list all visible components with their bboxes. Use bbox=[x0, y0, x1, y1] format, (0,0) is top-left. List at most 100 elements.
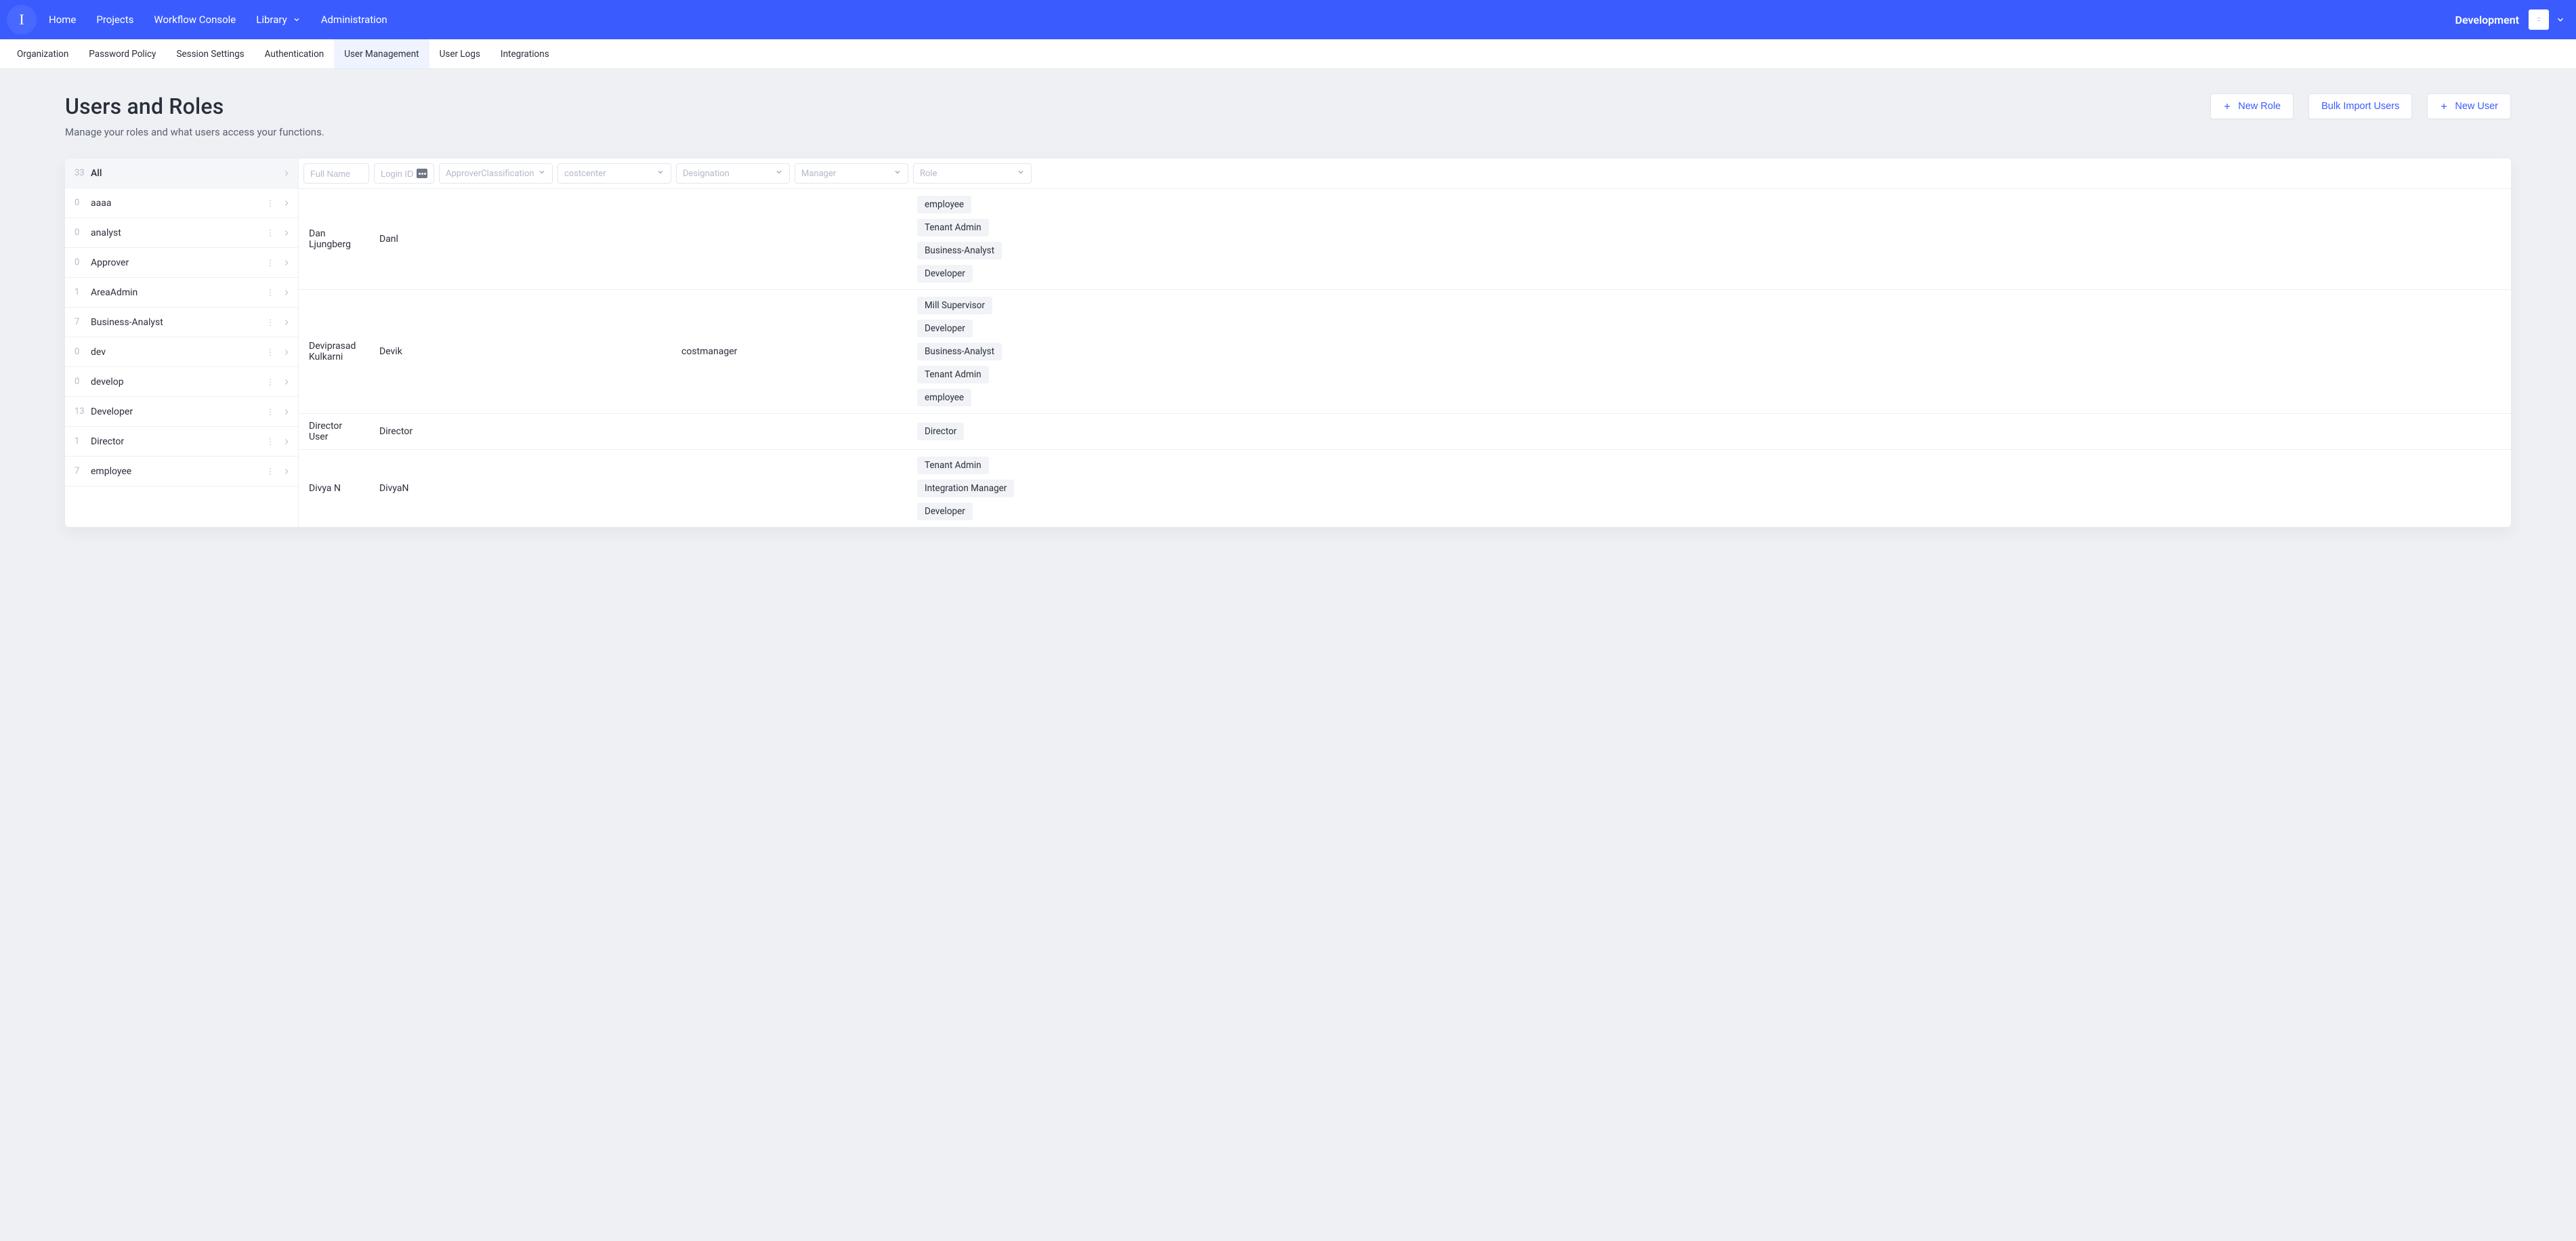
chevron-right-icon bbox=[282, 198, 291, 208]
more-icon[interactable] bbox=[266, 288, 275, 297]
roles-filter-all[interactable]: 33 All bbox=[65, 159, 298, 188]
environment-label: Development bbox=[2455, 14, 2519, 26]
nav-administration[interactable]: Administration bbox=[321, 14, 387, 26]
role-tag: Mill Supervisor bbox=[917, 297, 992, 314]
subnav-tab-password-policy[interactable]: Password Policy bbox=[79, 39, 166, 68]
role-tag: Director bbox=[917, 423, 964, 440]
subnav-tab-integrations[interactable]: Integrations bbox=[490, 39, 559, 68]
role-tag: Business-Analyst bbox=[917, 343, 1002, 360]
chevron-right-icon bbox=[282, 169, 291, 178]
nav-projects[interactable]: Projects bbox=[96, 14, 133, 26]
roles-sidebar: 33 All 0aaaa0analyst0Approver1AreaAdmin7… bbox=[65, 159, 299, 527]
filter-login-id-input[interactable] bbox=[381, 169, 414, 179]
chevron-right-icon bbox=[282, 467, 291, 476]
role-item[interactable]: 1AreaAdmin bbox=[65, 278, 298, 308]
app-logo[interactable]: I bbox=[7, 5, 37, 35]
nav-home[interactable]: Home bbox=[49, 14, 76, 26]
role-item[interactable]: 0aaaa bbox=[65, 188, 298, 218]
cell-full-name: Dan Ljungberg bbox=[303, 222, 369, 257]
more-icon[interactable] bbox=[266, 258, 275, 268]
cell-full-name: Director User bbox=[303, 414, 369, 449]
nav-library-label: Library bbox=[256, 14, 287, 26]
more-icon[interactable] bbox=[266, 377, 275, 387]
more-icon[interactable] bbox=[266, 407, 275, 417]
chevron-right-icon bbox=[282, 318, 291, 327]
cell-designation: costmanager bbox=[676, 339, 790, 364]
cell-roles: employeeTenant AdminBusiness-AnalystDeve… bbox=[913, 189, 1032, 289]
role-item[interactable]: 7Business-Analyst bbox=[65, 308, 298, 337]
top-nav: I Home Projects Workflow Console Library… bbox=[0, 0, 2576, 39]
role-tag: Tenant Admin bbox=[917, 219, 989, 236]
new-user-label: New User bbox=[2455, 101, 2498, 112]
more-icon[interactable] bbox=[266, 228, 275, 238]
subnav-tab-organization[interactable]: Organization bbox=[7, 39, 79, 68]
filter-costcenter[interactable]: costcenter bbox=[557, 163, 671, 184]
page-title: Users and Roles bbox=[65, 93, 324, 119]
filter-approver[interactable]: ApproverClassification bbox=[439, 163, 553, 184]
cell-login-id: DivyaN bbox=[374, 476, 434, 501]
cell-manager bbox=[795, 232, 908, 246]
more-icon[interactable] bbox=[266, 467, 275, 476]
role-item[interactable]: 7employee bbox=[65, 457, 298, 486]
subnav-tab-session-settings[interactable]: Session Settings bbox=[166, 39, 254, 68]
chevron-down-icon bbox=[775, 168, 783, 179]
role-item[interactable]: 0analyst bbox=[65, 218, 298, 248]
avatar-glyph: :: bbox=[2537, 16, 2540, 23]
subnav-tab-user-logs[interactable]: User Logs bbox=[429, 39, 490, 68]
subnav-tab-user-management[interactable]: User Management bbox=[334, 39, 429, 68]
table-filter-row: ApproverClassification costcenter Design… bbox=[299, 159, 2511, 188]
cell-costcenter bbox=[557, 482, 671, 495]
role-tag: Integration Manager bbox=[917, 480, 1014, 497]
nav-links: Home Projects Workflow Console Library A… bbox=[49, 14, 387, 26]
filter-login-id[interactable] bbox=[374, 163, 434, 184]
plus-icon bbox=[2440, 102, 2448, 110]
cell-roles: Mill SupervisorDeveloperBusiness-Analyst… bbox=[913, 290, 1032, 413]
chevron-down-icon bbox=[1017, 168, 1025, 179]
chevron-right-icon bbox=[282, 407, 291, 417]
table-row[interactable]: Deviprasad KulkarniDevikcostmanagerMill … bbox=[299, 289, 2511, 413]
role-count: 13 bbox=[75, 406, 89, 417]
table-row[interactable]: Director UserDirectorDirector bbox=[299, 413, 2511, 449]
avatar[interactable]: :: bbox=[2529, 9, 2549, 30]
table-row[interactable]: Dan LjungbergDanlemployeeTenant AdminBus… bbox=[299, 188, 2511, 289]
sub-nav: OrganizationPassword PolicySession Setti… bbox=[0, 39, 2576, 69]
filter-designation-label: Designation bbox=[683, 169, 775, 179]
filter-full-name-input[interactable] bbox=[310, 169, 362, 179]
role-label: develop bbox=[89, 377, 266, 387]
bulk-import-button[interactable]: Bulk Import Users bbox=[2308, 93, 2412, 119]
role-tag: employee bbox=[917, 389, 971, 406]
new-user-button[interactable]: New User bbox=[2427, 93, 2511, 119]
cell-approver bbox=[439, 232, 553, 246]
role-count: 0 bbox=[75, 257, 89, 268]
filter-manager[interactable]: Manager bbox=[795, 163, 908, 184]
chevron-right-icon bbox=[282, 377, 291, 387]
role-count: 0 bbox=[75, 347, 89, 357]
nav-library[interactable]: Library bbox=[256, 14, 300, 26]
role-item[interactable]: 1Director bbox=[65, 427, 298, 457]
roles-all-count: 33 bbox=[75, 168, 89, 178]
more-icon[interactable] bbox=[266, 198, 275, 208]
filter-full-name[interactable] bbox=[303, 163, 369, 184]
role-item[interactable]: 0Approver bbox=[65, 248, 298, 278]
filter-role[interactable]: Role bbox=[913, 163, 1032, 184]
keyboard-icon bbox=[417, 169, 427, 178]
filter-designation[interactable]: Designation bbox=[676, 163, 790, 184]
cell-approver bbox=[439, 345, 553, 358]
more-icon[interactable] bbox=[266, 318, 275, 327]
user-menu-chevron-icon[interactable] bbox=[2556, 15, 2565, 24]
nav-workflow-console[interactable]: Workflow Console bbox=[154, 14, 236, 26]
new-role-button[interactable]: New Role bbox=[2210, 93, 2294, 119]
more-icon[interactable] bbox=[266, 348, 275, 357]
role-label: Approver bbox=[89, 257, 266, 268]
role-tag: Developer bbox=[917, 503, 973, 520]
role-label: employee bbox=[89, 466, 266, 477]
role-item[interactable]: 13Developer bbox=[65, 397, 298, 427]
subnav-tab-authentication[interactable]: Authentication bbox=[255, 39, 335, 68]
filter-costcenter-label: costcenter bbox=[564, 169, 656, 179]
more-icon[interactable] bbox=[266, 437, 275, 446]
role-count: 7 bbox=[75, 466, 89, 476]
table-row[interactable]: Divya NDivyaNTenant AdminIntegration Man… bbox=[299, 449, 2511, 527]
role-item[interactable]: 0develop bbox=[65, 367, 298, 397]
bulk-import-label: Bulk Import Users bbox=[2321, 101, 2399, 112]
role-item[interactable]: 0dev bbox=[65, 337, 298, 367]
